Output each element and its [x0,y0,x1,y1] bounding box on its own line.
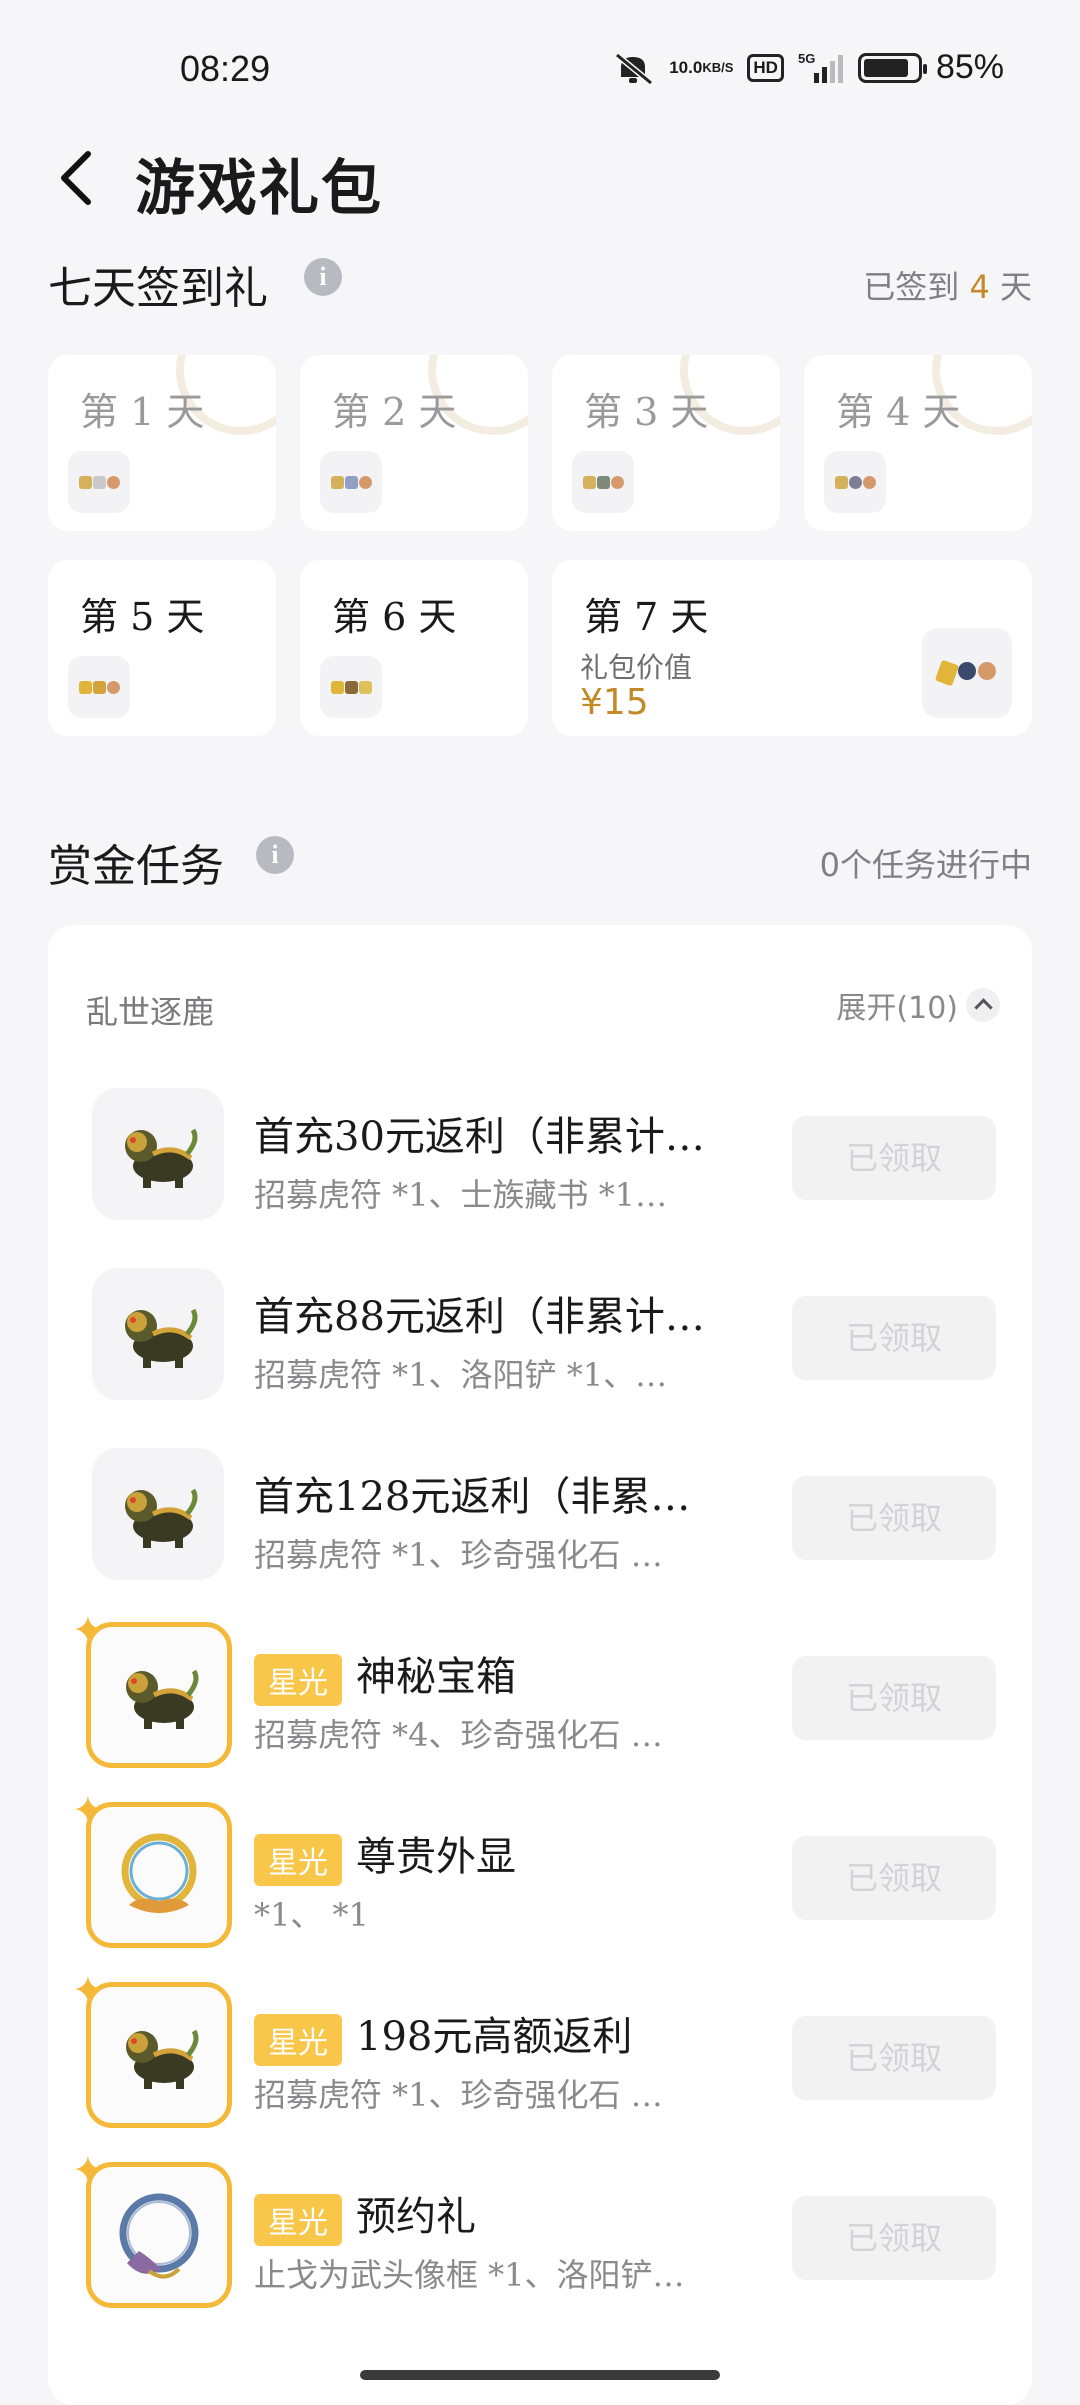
task-row[interactable]: ✦ 星光 198元高额返利 招募虎符 *1、珍奇强化石 … 已领取 [48,1970,1032,2140]
signal-5g-icon: 5G [798,51,844,85]
gift-value-label: 礼包价值 [580,651,693,684]
day-label: 第 6 天 [332,595,457,639]
task-rewards: *1、 *1 [254,1896,369,1934]
signin-section-header: 七天签到礼 i 已签到 4 天 [48,252,1032,314]
blue-frame-icon [86,2162,232,2308]
bounty-title: 赏金任务 [48,841,224,892]
task-rewards: 招募虎符 *1、士族藏书 *1… [254,1176,668,1214]
day-card-2[interactable]: 第 2 天 [300,355,528,531]
task-row[interactable]: 首充128元返利（非累… 招募虎符 *1、珍奇强化石 … 已领取 [48,1430,1032,1600]
claimed-button[interactable]: 已领取 [792,2016,996,2100]
status-time: 08:29 [180,48,271,89]
gift-bundle-icon [922,628,1012,718]
task-title: 星光 198元高额返利 [254,2004,724,2066]
lion-icon [92,1448,224,1580]
expand-toggle[interactable]: 展开(10) [836,983,1000,1027]
task-rewards: 招募虎符 *1、珍奇强化石 … [254,1536,663,1574]
reward-items-icon [320,451,382,513]
day-card-7[interactable]: 第 7 天 礼包价值 ¥15 [552,560,1032,736]
day-label: 第 5 天 [80,595,205,639]
task-title: 首充88元返利（非累计… [254,1294,705,1340]
golden-frame-icon [86,1802,232,1948]
task-panel: 乱世逐鹿 展开(10) 首充30元返利（非累计… 招募虎符 *1、士族藏书 *1…… [48,925,1032,2405]
day-label: 第 1 天 [80,390,205,434]
reward-items-icon [68,656,130,718]
task-title: 首充128元返利（非累… [254,1474,691,1520]
battery-percent: 85% [935,48,1004,86]
battery-icon [857,52,927,83]
gift-value: ¥15 [580,682,649,723]
day-card-1[interactable]: 第 1 天 [48,355,276,531]
claimed-button[interactable]: 已领取 [792,1656,996,1740]
day-label: 第 4 天 [836,390,961,434]
claimed-button[interactable]: 已领取 [792,1476,996,1560]
bounty-section-header: 赏金任务 i 0个任务进行中 [48,830,1032,892]
day-card-4[interactable]: 第 4 天 [804,355,1032,531]
signin-progress: 已签到 4 天 [863,268,1032,306]
task-row[interactable]: ✦ 星光 神秘宝箱 招募虎符 *4、珍奇强化石 … 已领取 [48,1610,1032,1780]
svg-text:5G: 5G [798,51,815,66]
starlight-badge: 星光 [254,2014,342,2066]
lion-icon [92,1088,224,1220]
reward-items-icon [824,451,886,513]
mute-icon [611,51,655,85]
task-title: 星光 预约礼 [254,2184,724,2246]
chevron-up-icon [966,988,1000,1022]
status-bar: 08:29 10.0 KB/S HD 5G 85% [0,0,1080,140]
signin-title: 七天签到礼 [48,263,268,314]
reward-items-icon [572,451,634,513]
task-row[interactable]: ✦ 星光 预约礼 止戈为武头像框 *1、洛阳铲… 已领取 [48,2150,1032,2320]
bounty-status: 0个任务进行中 [819,846,1032,884]
task-row[interactable]: 首充88元返利（非累计… 招募虎符 *1、洛阳铲 *1、… 已领取 [48,1250,1032,1420]
claimed-button[interactable]: 已领取 [792,2196,996,2280]
network-speed: 10.0 KB/S [669,57,734,77]
task-rewards: 招募虎符 *4、珍奇强化石 … [254,1716,663,1754]
task-rewards: 止戈为武头像框 *1、洛阳铲… [254,2256,685,2294]
status-icons: 10.0 KB/S HD 5G 85% [611,48,1004,87]
day-label: 第 2 天 [332,390,457,434]
task-rewards: 招募虎符 *1、洛阳铲 *1、… [254,1356,668,1394]
task-title: 星光 尊贵外显 [254,1824,724,1886]
day-card-3[interactable]: 第 3 天 [552,355,780,531]
lion-icon [86,1982,232,2128]
info-icon[interactable]: i [304,258,342,296]
task-title: 星光 神秘宝箱 [254,1644,724,1706]
info-icon[interactable]: i [256,836,294,874]
chevron-left-icon [61,151,91,205]
back-button[interactable] [52,148,102,208]
hd-icon: HD [747,53,784,82]
task-row[interactable]: ✦ 星光 尊贵外显 *1、 *1 已领取 [48,1790,1032,1960]
starlight-badge: 星光 [254,2194,342,2246]
claimed-button[interactable]: 已领取 [792,1116,996,1200]
claimed-button[interactable]: 已领取 [792,1296,996,1380]
task-title: 首充30元返利（非累计… [254,1114,705,1160]
starlight-badge: 星光 [254,1834,342,1886]
day-label: 第 7 天 [584,595,709,639]
lion-icon [86,1622,232,1768]
claimed-button[interactable]: 已领取 [792,1836,996,1920]
starlight-badge: 星光 [254,1654,342,1706]
task-row[interactable]: 首充30元返利（非累计… 招募虎符 *1、士族藏书 *1… 已领取 [48,1070,1032,1240]
header: 游戏礼包 [0,130,1080,224]
reward-items-icon [68,451,130,513]
home-indicator[interactable] [360,2370,720,2380]
task-group-name: 乱世逐鹿 [86,993,215,1031]
day-card-6[interactable]: 第 6 天 [300,560,528,736]
task-rewards: 招募虎符 *1、珍奇强化石 … [254,2076,663,2114]
day-label: 第 3 天 [584,390,709,434]
lion-icon [92,1268,224,1400]
page-title: 游戏礼包 [135,154,383,224]
day-card-5[interactable]: 第 5 天 [48,560,276,736]
reward-items-icon [320,656,382,718]
